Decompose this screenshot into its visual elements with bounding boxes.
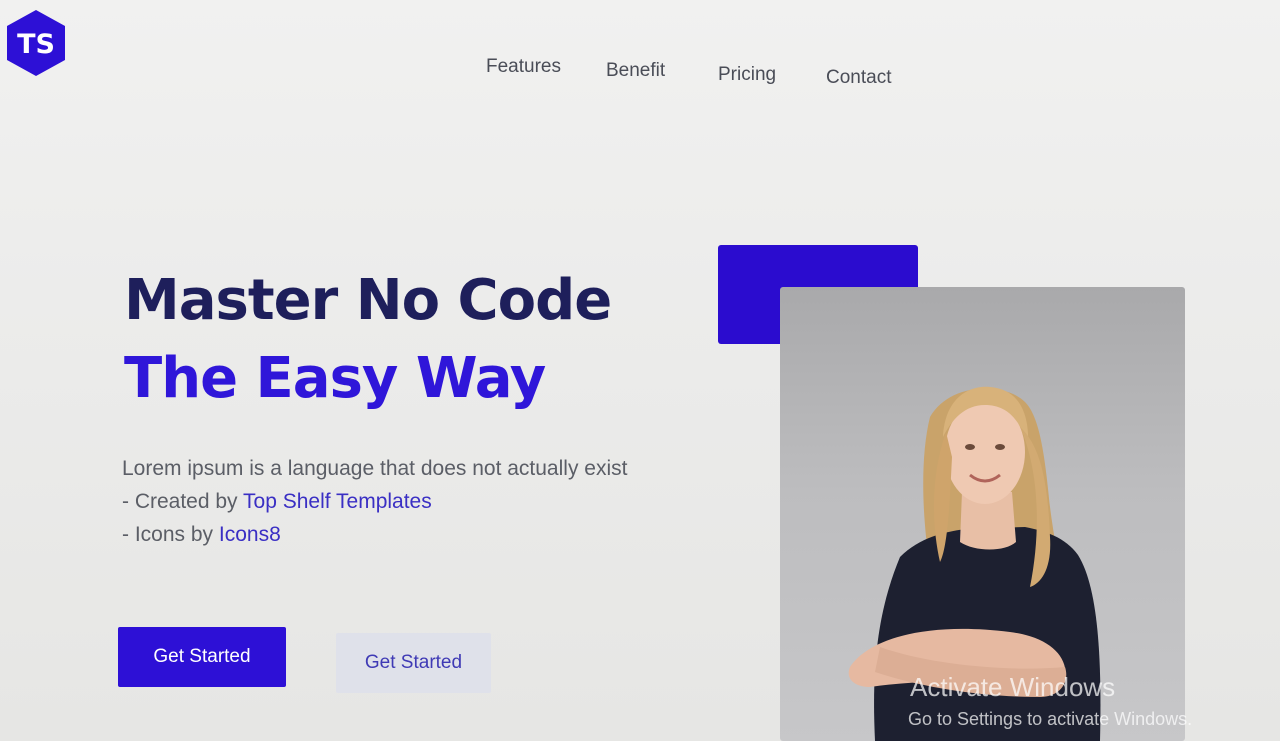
nav-item-features[interactable]: Features — [486, 56, 561, 78]
description-text: Lorem ipsum is a language that does not … — [122, 457, 628, 480]
nav-item-pricing[interactable]: Pricing — [718, 64, 776, 86]
watermark-line1: Activate Windows — [910, 672, 1116, 702]
nav-item-benefit[interactable]: Benefit — [606, 60, 665, 82]
get-started-primary-button[interactable]: Get Started — [118, 627, 286, 687]
hero-title-line2: The Easy Way — [124, 346, 546, 411]
hexagon-logo-icon: TS — [7, 10, 65, 76]
hero-description: Lorem ipsum is a language that does not … — [122, 452, 642, 551]
hero-title-line1: Master No Code — [124, 268, 612, 333]
credit-prefix: - Created by — [122, 490, 244, 513]
windows-activation-watermark: Activate Windows Go to Settings to activ… — [908, 672, 1192, 730]
hero-title: Master No Code The Easy Way — [124, 262, 612, 418]
icons-prefix: - Icons by — [122, 523, 219, 546]
top-shelf-templates-link[interactable]: Top Shelf Templates — [243, 490, 432, 513]
logo-text: TS — [17, 29, 55, 60]
watermark-line2: Go to Settings to activate Windows. — [908, 709, 1193, 729]
get-started-secondary-button[interactable]: Get Started — [336, 633, 491, 693]
credit-line: - Created by Top Shelf Templates — [122, 485, 642, 518]
icons-credit-line: - Icons by Icons8 — [122, 518, 642, 551]
logo[interactable]: TS — [4, 8, 68, 78]
nav-item-contact[interactable]: Contact — [826, 67, 891, 89]
icons8-link[interactable]: Icons8 — [219, 523, 281, 546]
